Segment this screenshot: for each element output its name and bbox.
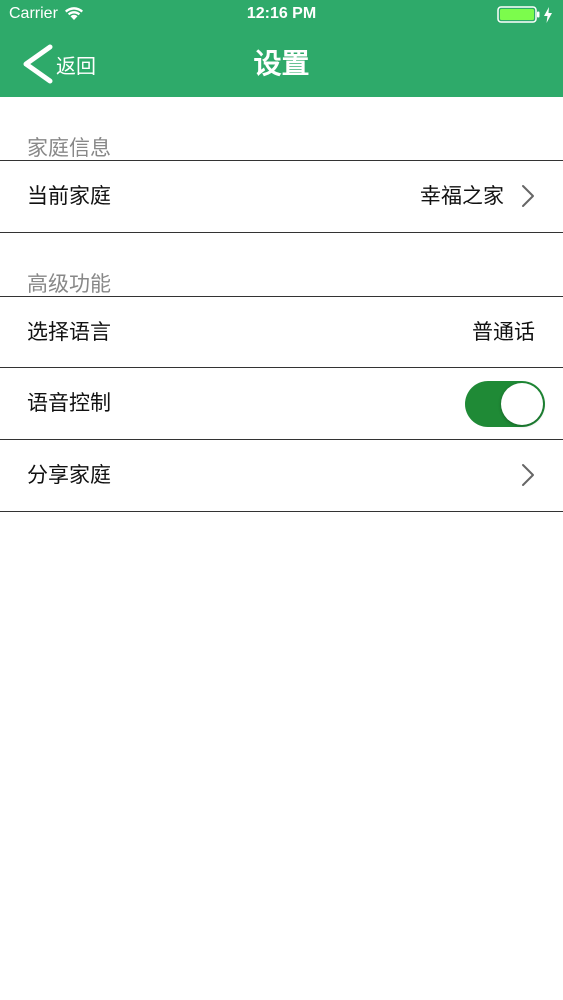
row-label: 分享家庭 (27, 463, 111, 487)
row-label: 语音控制 (27, 391, 111, 415)
row-voice-control: 语音控制 (0, 367, 563, 438)
app-header: Carrier 12:16 PM 返回 设置 (0, 0, 563, 97)
section-header-family-info: 家庭信息 (27, 136, 111, 160)
toggle-knob (501, 383, 543, 425)
current-family-value: 幸福之家 (420, 184, 504, 208)
battery-icon (497, 6, 540, 23)
chevron-right-icon (522, 464, 534, 486)
language-value: 普通话 (472, 320, 535, 344)
row-select-language[interactable]: 选择语言 普通话 (0, 296, 563, 367)
status-time: 12:16 PM (246, 5, 317, 22)
charging-bolt-icon (544, 6, 552, 23)
voice-control-toggle[interactable] (465, 381, 545, 427)
status-bar: Carrier 12:16 PM (0, 0, 563, 30)
row-share-family[interactable]: 分享家庭 (0, 439, 563, 512)
page-title: 设置 (253, 47, 310, 80)
battery-indicator (497, 6, 553, 23)
row-label: 当前家庭 (27, 184, 111, 208)
chevron-right-icon (522, 185, 534, 207)
row-label: 选择语言 (27, 320, 111, 344)
navigation-bar: 返回 设置 (0, 30, 563, 97)
row-current-family[interactable]: 当前家庭 幸福之家 (0, 160, 563, 233)
section-header-advanced: 高级功能 (27, 272, 111, 296)
